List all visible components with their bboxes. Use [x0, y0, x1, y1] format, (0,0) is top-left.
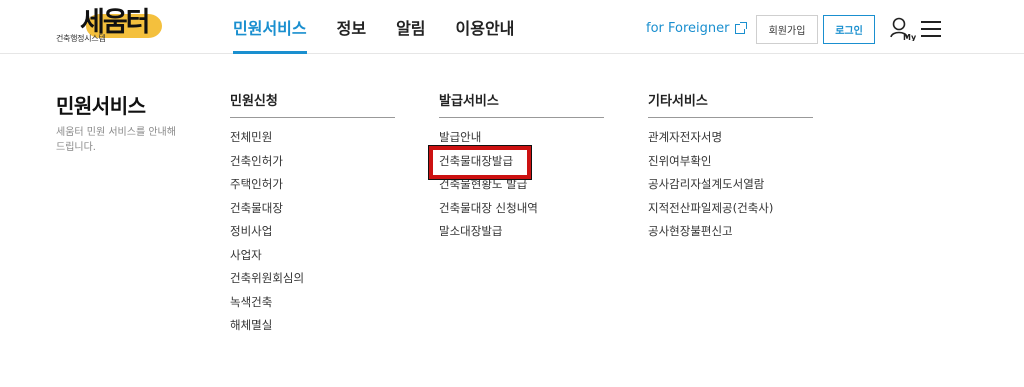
menu-item[interactable]: 사업자: [230, 248, 395, 272]
menu-list: 전체민원 건축인허가 주택인허가 건축물대장 정비사업 사업자 건축위원회심의 …: [230, 130, 395, 342]
my-page-icon[interactable]: My: [890, 17, 917, 42]
menu-column-title: 민원신청: [230, 90, 395, 118]
menu-item[interactable]: 전체민원: [230, 130, 395, 154]
external-link-icon: [735, 21, 748, 34]
highlight-box: [428, 145, 532, 180]
logo-subtitle: 건축행정시스템: [56, 34, 106, 43]
user-icon: My: [890, 17, 917, 42]
main-nav: 민원서비스 정보 알림 이용안내: [233, 0, 544, 54]
foreigner-link[interactable]: for Foreigner: [646, 21, 748, 36]
menu-column-etc: 기타서비스 관계자전자서명 진위여부확인 공사감리자설계도서열람 지적전산파일제…: [648, 90, 813, 248]
menu-section-title: 민원서비스: [56, 94, 146, 118]
menu-column-title: 발급서비스: [439, 90, 604, 118]
menu-item[interactable]: 관계자전자서명: [648, 130, 813, 154]
menu-item[interactable]: 건축물현황도 발급: [439, 177, 604, 201]
menu-item[interactable]: 건축물대장 신청내역: [439, 201, 604, 225]
menu-item[interactable]: 지적전산파일제공(건축사): [648, 201, 813, 225]
menu-list: 관계자전자서명 진위여부확인 공사감리자설계도서열람 지적전산파일제공(건축사)…: [648, 130, 813, 248]
menu-item[interactable]: 주택인허가: [230, 177, 395, 201]
menu-item[interactable]: 진위여부확인: [648, 154, 813, 178]
menu-item[interactable]: 공사감리자설계도서열람: [648, 177, 813, 201]
menu-column-title: 기타서비스: [648, 90, 813, 118]
menu-item[interactable]: 건축물대장: [230, 201, 395, 225]
menu-item[interactable]: 해체멸실: [230, 318, 395, 342]
my-label: My: [903, 33, 916, 41]
menu-item[interactable]: 공사현장불편신고: [648, 224, 813, 248]
foreigner-link-label: for Foreigner: [646, 21, 730, 36]
menu-section-description: 세움터 민원 서비스를 안내해드립니다.: [56, 127, 176, 153]
menu-item[interactable]: 녹색건축: [230, 295, 395, 319]
menu-item[interactable]: 말소대장발급: [439, 224, 604, 248]
nav-civil-service[interactable]: 민원서비스: [233, 0, 307, 54]
nav-notice[interactable]: 알림: [396, 0, 425, 54]
menu-item[interactable]: 건축위원회심의: [230, 271, 395, 295]
menu-item[interactable]: 정비사업: [230, 224, 395, 248]
login-button[interactable]: 로그인: [823, 15, 875, 44]
nav-guide[interactable]: 이용안내: [456, 0, 515, 54]
menu-column-apply: 민원신청 전체민원 건축인허가 주택인허가 건축물대장 정비사업 사업자 건축위…: [230, 90, 395, 342]
site-header: 세움터 건축행정시스템 민원서비스 정보 알림 이용안내 for Foreign…: [0, 0, 1024, 54]
hamburger-menu-icon[interactable]: [921, 21, 941, 37]
join-button[interactable]: 회원가입: [756, 15, 818, 44]
site-logo[interactable]: 세움터 건축행정시스템: [56, 8, 162, 44]
menu-item[interactable]: 건축인허가: [230, 154, 395, 178]
nav-info[interactable]: 정보: [337, 0, 366, 54]
